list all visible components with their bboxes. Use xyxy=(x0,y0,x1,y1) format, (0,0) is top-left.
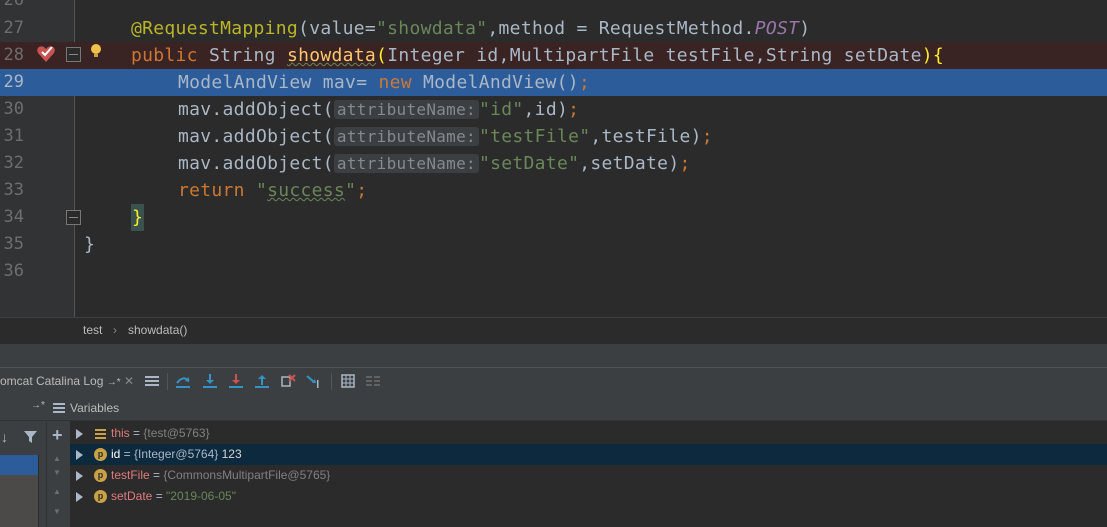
force-step-into-icon[interactable] xyxy=(228,373,244,389)
code-editor[interactable]: 26 27 @RequestMapping(value="showdata",m… xyxy=(0,0,1107,317)
line-number: 33 xyxy=(3,180,24,200)
list-icon xyxy=(94,427,107,440)
code-text: return "success"; xyxy=(178,180,368,201)
code-line-31[interactable]: 31 mav.addObject(attributeName: "testFile… xyxy=(0,123,1107,150)
line-number: 28 xyxy=(3,45,24,65)
expand-arrow-icon[interactable] xyxy=(76,429,83,439)
code-line-34[interactable]: 34 } xyxy=(0,204,1107,231)
breakpoint-icon[interactable] xyxy=(36,44,56,64)
expand-arrow-icon[interactable] xyxy=(76,471,83,481)
variables-list-icon xyxy=(53,403,65,413)
line-number: 29 xyxy=(3,72,24,92)
frame-list[interactable] xyxy=(0,475,38,527)
line-number: 30 xyxy=(3,99,24,119)
code-line-33[interactable]: 33 return "success"; xyxy=(0,177,1107,204)
code-text: ModelAndView mav= new ModelAndView(); xyxy=(178,72,591,93)
variables-title: Variables xyxy=(70,401,120,415)
breadcrumb-item-class[interactable]: test xyxy=(83,323,102,337)
code-text: public String showdata(Integer id,Multip… xyxy=(131,45,945,66)
expand-arrow-icon[interactable] xyxy=(76,450,83,460)
parameter-icon: p xyxy=(94,448,107,461)
fold-collapse-icon[interactable] xyxy=(66,47,81,62)
toolbar-separator xyxy=(167,373,168,390)
toolbar-separator xyxy=(331,373,332,390)
variable-row-testfile[interactable]: p testFile = {CommonsMultipartFile@5765} xyxy=(70,465,1107,486)
move-up-icon[interactable]: ▲ xyxy=(53,454,61,463)
breadcrumb-item-method[interactable]: showdata() xyxy=(128,323,187,337)
line-number: 34 xyxy=(3,207,24,227)
parameter-icon: p xyxy=(94,469,107,482)
variable-row-id[interactable]: p id = {Integer@5764} 123 xyxy=(70,444,1107,465)
frame-selected[interactable] xyxy=(0,455,38,475)
line-number: 26 xyxy=(3,0,24,10)
expand-arrow-icon[interactable] xyxy=(76,492,83,502)
parameter-hint: attributeName: xyxy=(333,154,479,173)
code-text: } xyxy=(131,204,145,231)
parameter-icon: p xyxy=(94,490,107,503)
parameter-hint: attributeName: xyxy=(333,100,479,119)
variable-row-this[interactable]: this = {test@5763} xyxy=(70,423,1107,444)
code-line-29-execution-point[interactable]: 29 ModelAndView mav= new ModelAndView(); xyxy=(0,69,1107,96)
variables-tree[interactable]: this = {test@5763} p id = {Integer@5764}… xyxy=(70,421,1107,527)
frames-layout-icon[interactable] xyxy=(144,373,160,389)
trace-stream-icon[interactable] xyxy=(365,373,381,389)
tab-catalina-log[interactable]: omcat Catalina Log →* ✕ xyxy=(0,374,134,388)
breadcrumb: test › showdata() xyxy=(0,317,1107,344)
code-line-27[interactable]: 27 @RequestMapping(value="showdata",meth… xyxy=(0,15,1107,42)
code-line-30[interactable]: 30 mav.addObject(attributeName: "id",id); xyxy=(0,96,1107,123)
code-text: mav.addObject(attributeName: "id",id); xyxy=(178,99,580,120)
code-line-26[interactable]: 26 xyxy=(0,0,1107,14)
filter-icon[interactable] xyxy=(24,431,37,443)
line-number: 31 xyxy=(3,126,24,146)
drop-frame-icon[interactable] xyxy=(280,373,296,389)
line-number: 35 xyxy=(3,234,24,254)
code-line-28[interactable]: 28 public String showdata(Integer id,Mul… xyxy=(0,42,1107,69)
step-out-icon[interactable] xyxy=(254,373,270,389)
code-line-35[interactable]: 35 } xyxy=(0,231,1107,258)
code-line-32[interactable]: 32 mav.addObject(attributeName: "setDate"… xyxy=(0,150,1107,177)
frames-panel[interactable]: ↓ xyxy=(0,421,47,527)
code-text: mav.addObject(attributeName: "testFile",t… xyxy=(178,126,713,147)
debug-toolbar: omcat Catalina Log →* ✕ xyxy=(0,367,1107,396)
code-text: mav.addObject(attributeName: "setDate",se… xyxy=(178,153,691,174)
add-watch-icon[interactable]: + xyxy=(52,425,63,446)
move-down-icon[interactable]: ▼ xyxy=(53,468,61,477)
step-into-icon[interactable] xyxy=(202,373,218,389)
variables-side-toolbar: + ▲ ▼ ▲ ▼ xyxy=(46,421,71,527)
line-number: 32 xyxy=(3,153,24,173)
arrow-down-icon[interactable]: ↓ xyxy=(1,429,8,445)
move-down-icon[interactable]: ▼ xyxy=(53,507,61,516)
step-over-icon[interactable] xyxy=(175,373,191,389)
code-text: } xyxy=(84,234,96,255)
code-line-36[interactable]: 36 xyxy=(0,258,1107,285)
pin-arrow-icon[interactable]: →* xyxy=(31,400,45,411)
parameter-hint: attributeName: xyxy=(333,127,479,146)
run-to-cursor-icon[interactable] xyxy=(306,373,322,389)
breadcrumb-separator: › xyxy=(113,323,117,337)
line-number: 36 xyxy=(3,261,24,281)
move-up-icon[interactable]: ▲ xyxy=(53,487,61,496)
line-number: 27 xyxy=(3,18,24,38)
panel-divider xyxy=(0,343,1107,368)
lightbulb-icon[interactable] xyxy=(90,43,102,59)
variables-header: →* Variables xyxy=(0,395,1107,421)
fold-collapse-icon[interactable] xyxy=(66,210,81,225)
code-text: @RequestMapping(value="showdata",method … xyxy=(131,18,811,39)
variable-row-setdate[interactable]: p setDate = "2019-06-05" xyxy=(70,486,1107,507)
evaluate-expression-icon[interactable] xyxy=(340,373,356,389)
